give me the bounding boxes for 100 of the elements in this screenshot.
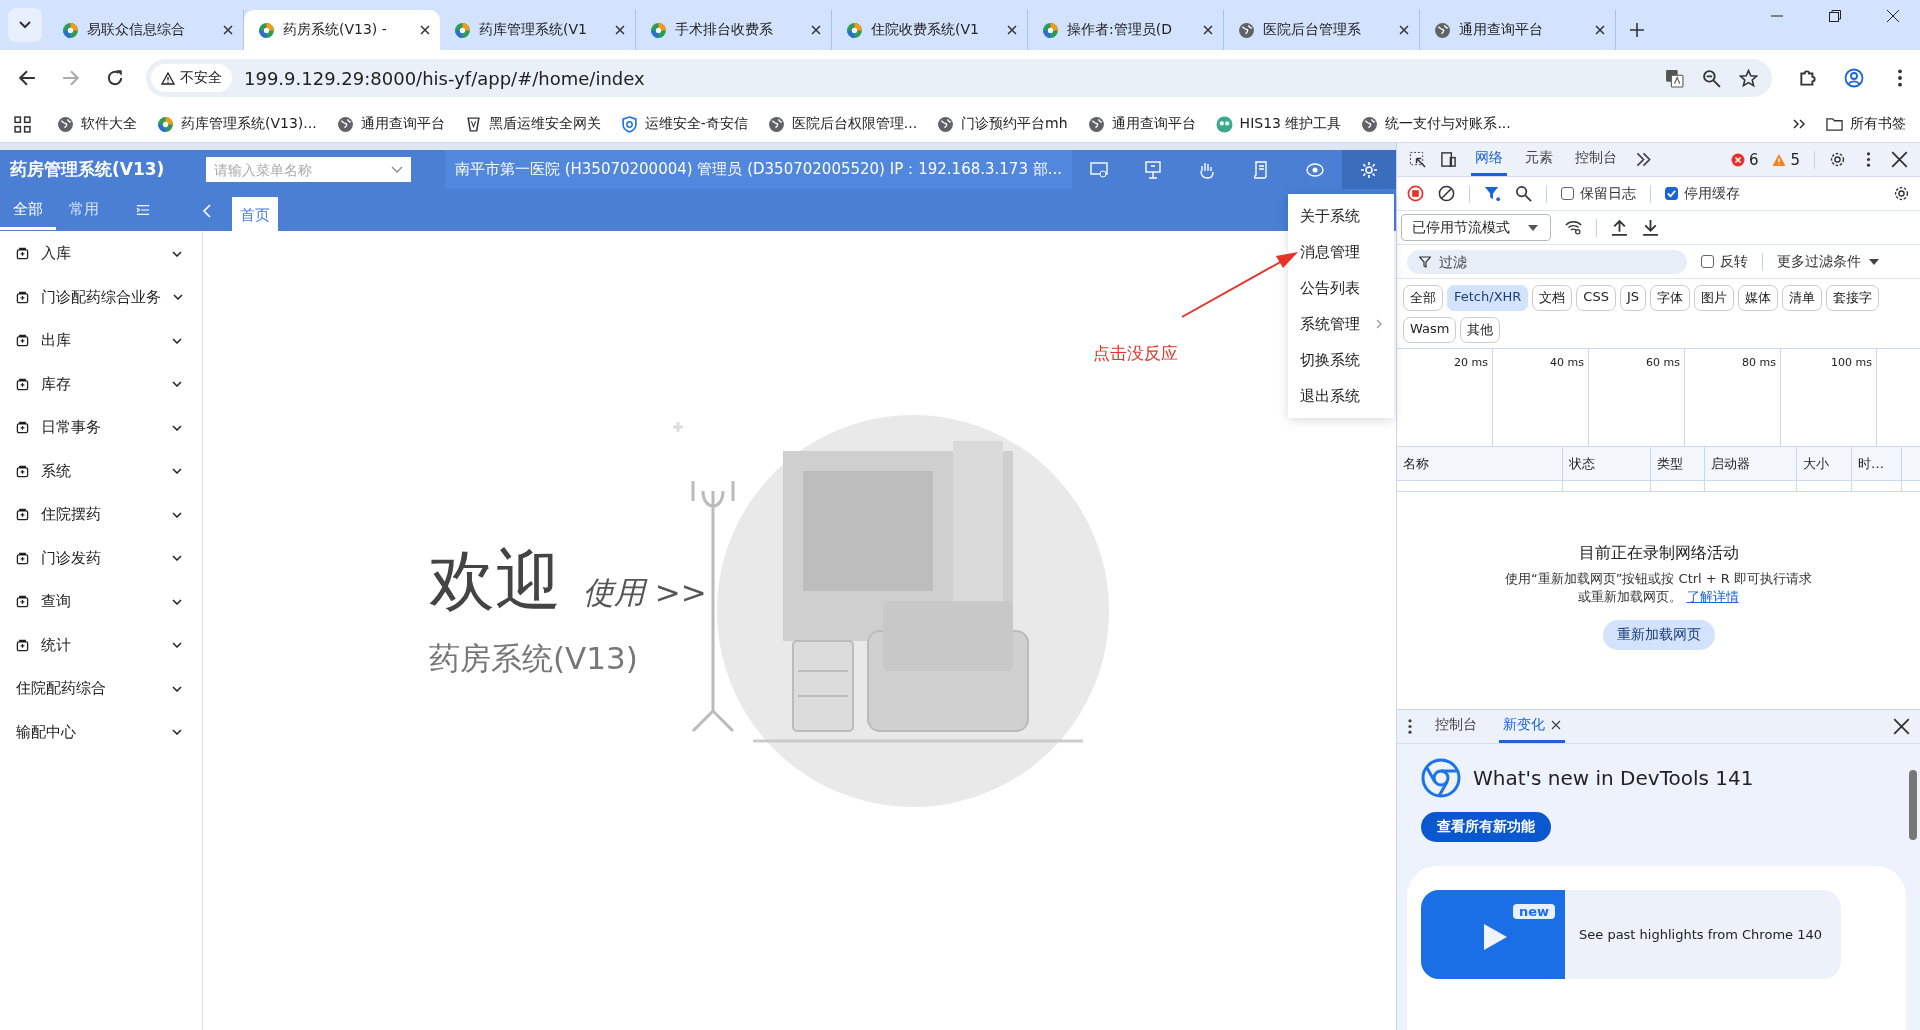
browser-tab[interactable]: 住院收费系统(V1 xyxy=(832,10,1028,50)
clear-icon[interactable] xyxy=(1438,185,1455,202)
close-icon[interactable] xyxy=(1891,151,1908,168)
sidebar-item[interactable]: 系统 xyxy=(0,449,202,493)
sidebar-item[interactable]: 统计 xyxy=(0,623,202,667)
close-icon[interactable] xyxy=(615,25,625,35)
inspect-icon[interactable] xyxy=(1409,151,1426,168)
apps-grid-icon[interactable] xyxy=(14,115,31,133)
reload-icon[interactable] xyxy=(106,69,124,87)
type-filter-chip[interactable]: 图片 xyxy=(1694,285,1735,311)
menu-item[interactable]: 关于系统 xyxy=(1288,198,1394,234)
devtools-tab[interactable]: 控制台 xyxy=(1571,143,1621,176)
column-header[interactable]: 名称 xyxy=(1397,447,1563,480)
more-icon[interactable] xyxy=(1407,718,1413,735)
search-icon[interactable] xyxy=(1515,185,1532,202)
browser-tab[interactable]: 药房系统(V13) - xyxy=(244,10,440,50)
close-icon[interactable] xyxy=(420,25,430,35)
translate-icon[interactable] xyxy=(1665,68,1684,88)
menu-search-field[interactable]: 请输入菜单名称 xyxy=(205,157,411,182)
upload-icon[interactable] xyxy=(1611,219,1628,236)
warning-count[interactable]: 5 xyxy=(1790,150,1800,169)
type-filter-chip[interactable]: 全部 xyxy=(1403,285,1443,311)
column-header[interactable]: 启动器 xyxy=(1705,447,1797,480)
bookmark[interactable]: 通用查询平台 xyxy=(336,115,445,133)
menu-item[interactable]: 系统管理 xyxy=(1288,306,1394,342)
close-icon[interactable] xyxy=(1595,25,1605,35)
column-header[interactable]: 大小 xyxy=(1797,447,1852,480)
close-icon[interactable] xyxy=(811,25,821,35)
menu-item[interactable]: 切换系统 xyxy=(1288,342,1394,378)
profile-icon[interactable] xyxy=(1844,68,1864,88)
menu-item[interactable]: 公告列表 xyxy=(1288,270,1394,306)
more-tabs-icon[interactable] xyxy=(1635,151,1652,168)
wifi-gear-icon[interactable] xyxy=(1565,219,1582,236)
devtools-tab[interactable]: 元素 xyxy=(1521,143,1557,176)
filter-icon[interactable] xyxy=(1484,185,1501,202)
reload-page-button[interactable]: 重新加载网页 xyxy=(1602,620,1715,651)
record-icon[interactable] xyxy=(1407,185,1424,202)
device-icon[interactable] xyxy=(1440,151,1457,168)
browser-tab[interactable]: 易联众信息综合 xyxy=(48,10,244,50)
sidebar-item[interactable]: 库存 xyxy=(0,362,202,406)
type-filter-chip[interactable]: 套接字 xyxy=(1826,285,1880,311)
type-filter-chip[interactable]: Wasm xyxy=(1403,317,1457,343)
browser-tab[interactable]: 手术排台收费系 xyxy=(636,10,832,50)
security-chip[interactable]: 不安全 xyxy=(151,64,232,92)
drawer-tab[interactable]: 控制台 xyxy=(1431,710,1481,743)
sidebar-item[interactable]: 日常事务 xyxy=(0,406,202,450)
sidebar-item[interactable]: 入库 xyxy=(0,232,202,276)
learn-more-link[interactable]: 了解详情 xyxy=(1686,589,1739,604)
type-filter-chip[interactable]: JS xyxy=(1619,285,1647,311)
page-tab[interactable]: 首页 xyxy=(232,197,278,231)
bookmark[interactable]: 黑盾运维安全网关 xyxy=(464,115,601,133)
sidebar-item[interactable]: 门诊发药 xyxy=(0,536,202,580)
see-all-features-button[interactable]: 查看所有新功能 xyxy=(1421,812,1551,842)
highlight-card[interactable]: new See past highlights from Chrome 140 xyxy=(1421,890,1841,979)
browser-tab[interactable]: 通用查询平台 xyxy=(1420,10,1616,50)
disable-cache-checkbox[interactable]: 停用缓存 xyxy=(1665,184,1740,203)
bookmark[interactable]: 运维安全-奇安信 xyxy=(620,115,748,133)
type-filter-chip[interactable]: 媒体 xyxy=(1738,285,1779,311)
invert-checkbox[interactable]: 反转 xyxy=(1701,252,1748,271)
preserve-log-checkbox[interactable]: 保留日志 xyxy=(1561,184,1636,203)
type-filter-chip[interactable]: 其他 xyxy=(1460,317,1501,343)
column-header[interactable]: 类型 xyxy=(1651,447,1705,480)
bookmark[interactable]: HIS13 维护工具 xyxy=(1215,115,1342,133)
close-icon[interactable] xyxy=(1551,720,1561,730)
browser-tab[interactable]: 医院后台管理系 xyxy=(1224,10,1420,50)
type-filter-chip[interactable]: Fetch/XHR xyxy=(1447,285,1529,311)
bookmark-folder[interactable]: 所有书签 xyxy=(1826,115,1906,133)
sidebar-item[interactable]: 输配中心 xyxy=(0,710,202,754)
type-filter-chip[interactable]: 清单 xyxy=(1782,285,1823,311)
close-icon[interactable] xyxy=(1886,9,1900,23)
new-tab-icon[interactable] xyxy=(1630,23,1644,37)
settings-icon[interactable] xyxy=(1893,185,1910,202)
column-header[interactable]: 时… xyxy=(1852,447,1902,480)
chevron-left-icon[interactable] xyxy=(200,204,214,218)
bookmark[interactable]: 统一支付与对账系... xyxy=(1361,115,1511,133)
tab-search-button[interactable] xyxy=(8,8,42,42)
bookmark[interactable]: 软件大全 xyxy=(57,115,137,133)
type-filter-chip[interactable]: 字体 xyxy=(1650,285,1691,311)
sidebar-item[interactable]: 出库 xyxy=(0,319,202,363)
type-filter-chip[interactable]: CSS xyxy=(1576,285,1616,311)
star-icon[interactable] xyxy=(1739,68,1758,88)
restore-icon[interactable] xyxy=(1828,9,1842,23)
chevrons-icon[interactable] xyxy=(1792,118,1806,130)
bookmark[interactable]: 门诊预约平台mh xyxy=(937,115,1068,133)
back-icon[interactable] xyxy=(18,69,36,87)
close-icon[interactable] xyxy=(1893,718,1910,735)
menu-item[interactable]: 退出系统 xyxy=(1288,378,1394,414)
close-icon[interactable] xyxy=(1399,25,1409,35)
column-header[interactable]: 状态 xyxy=(1563,447,1651,480)
menu-item[interactable]: 消息管理 xyxy=(1288,234,1394,270)
close-icon[interactable] xyxy=(1007,25,1017,35)
sidebar-item[interactable]: 门诊配药综合业务 xyxy=(0,275,202,319)
browser-tab[interactable]: 操作者:管理员(D xyxy=(1028,10,1224,50)
filter-field[interactable]: 过滤 xyxy=(1407,249,1687,274)
sidebar-item[interactable]: 住院配药综合 xyxy=(0,667,202,711)
download-icon[interactable] xyxy=(1642,219,1659,236)
devtools-tab[interactable]: 网络 xyxy=(1471,143,1507,176)
settings-icon[interactable] xyxy=(1829,151,1846,168)
sidebar-item[interactable]: 住院摆药 xyxy=(0,493,202,537)
bookmark[interactable]: 药库管理系统(V13)... xyxy=(157,115,317,133)
